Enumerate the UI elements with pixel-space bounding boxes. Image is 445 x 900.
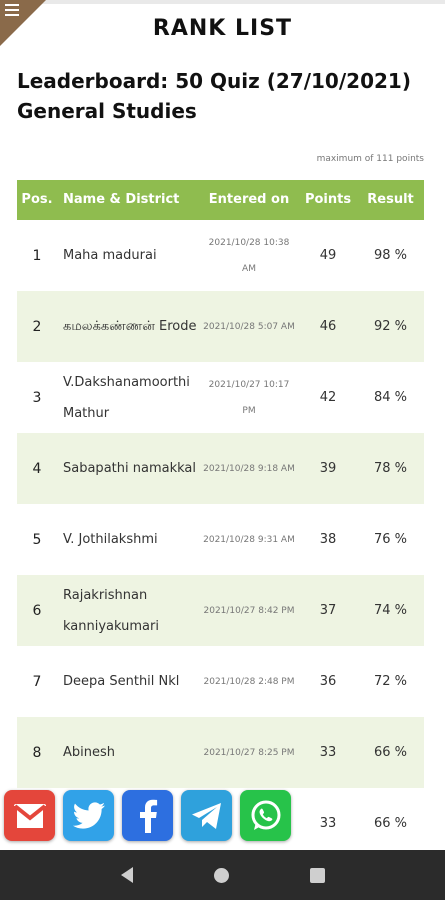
top-divider	[0, 0, 445, 4]
max-points-note: maximum of 111 points	[316, 154, 424, 164]
facebook-share-button[interactable]	[122, 790, 173, 841]
row-entered: 2021/10/27 8:42 PM	[203, 605, 295, 616]
recent-apps-icon[interactable]	[309, 867, 325, 883]
row-pos: 4	[32, 460, 42, 477]
row-points: 33	[319, 816, 337, 831]
page-title: RANK LIST	[152, 16, 293, 41]
header-result: Result	[367, 192, 414, 207]
leaderboard-title: Leaderboard: 50 Quiz (27/10/2021) Genera…	[17, 69, 411, 123]
row-name: V. Jothilakshmi	[63, 532, 158, 547]
header-pos: Pos.	[21, 192, 53, 207]
row-points: 36	[319, 674, 337, 689]
table-header: Pos. Name & District Entered on Points R…	[17, 180, 424, 220]
row-name: கமலக்கண்ணன் Erode	[63, 319, 197, 334]
gmail-share-button[interactable]	[4, 790, 55, 841]
table-row: 1 Maha madurai 2021/10/28 10:38 AM 49 98…	[17, 220, 424, 291]
row-entered: 2021/10/28 9:18 AM	[203, 463, 295, 474]
telegram-icon	[191, 802, 221, 829]
leaderboard-table: Pos. Name & District Entered on Points R…	[17, 180, 424, 859]
row-points: 42	[319, 390, 337, 405]
table-row: 4 Sabapathi namakkal 2021/10/28 9:18 AM …	[17, 433, 424, 504]
row-name: V.Dakshanamoorthi Mathur	[63, 374, 190, 421]
row-name: Rajakrishnan kanniyakumari	[63, 587, 159, 634]
row-name: Deepa Senthil Nkl	[63, 674, 180, 689]
share-bar	[4, 790, 299, 844]
row-name: Sabapathi namakkal	[63, 461, 196, 476]
facebook-icon	[139, 799, 157, 833]
row-entered: 2021/10/27 8:25 PM	[203, 747, 295, 758]
row-entered: 2021/10/28 5:07 AM	[203, 321, 295, 332]
row-pos: 8	[32, 744, 42, 761]
row-points: 33	[319, 745, 337, 760]
telegram-share-button[interactable]	[181, 790, 232, 841]
row-entered: 2021/10/28 2:48 PM	[203, 676, 295, 687]
row-result: 74 %	[373, 603, 408, 618]
row-entered: 2021/10/28 10:38 AM	[208, 237, 290, 274]
row-pos: 5	[32, 531, 42, 548]
row-pos: 2	[32, 318, 42, 335]
whatsapp-icon	[251, 800, 280, 830]
row-result: 98 %	[373, 248, 408, 263]
table-row: 5 V. Jothilakshmi 2021/10/28 9:31 AM 38 …	[17, 504, 424, 575]
row-result: 76 %	[373, 532, 408, 547]
twitter-icon	[72, 801, 105, 829]
gmail-icon	[12, 803, 47, 828]
row-points: 39	[319, 461, 337, 476]
row-result: 84 %	[373, 390, 408, 405]
row-points: 37	[319, 603, 337, 618]
row-entered: 2021/10/28 9:31 AM	[203, 534, 295, 545]
row-pos: 3	[32, 389, 42, 406]
row-name: Abinesh	[63, 745, 116, 760]
row-result: 78 %	[373, 461, 408, 476]
row-pos: 6	[32, 602, 42, 619]
home-icon[interactable]	[213, 867, 229, 883]
row-result: 92 %	[373, 319, 408, 334]
row-points: 46	[319, 319, 337, 334]
android-nav-bar	[0, 850, 445, 900]
row-pos: 1	[32, 247, 42, 264]
twitter-share-button[interactable]	[63, 790, 114, 841]
back-icon[interactable]	[120, 867, 133, 883]
row-result: 66 %	[373, 816, 408, 831]
whatsapp-share-button[interactable]	[240, 790, 291, 841]
table-row: 8 Abinesh 2021/10/27 8:25 PM 33 66 %	[17, 717, 424, 788]
row-name: Maha madurai	[63, 248, 157, 263]
row-points: 38	[319, 532, 337, 547]
hamburger-menu-icon[interactable]	[5, 4, 19, 16]
table-row: 2 கமலக்கண்ணன் Erode 2021/10/28 5:07 AM 4…	[17, 291, 424, 362]
row-result: 66 %	[373, 745, 408, 760]
header-name: Name & District	[63, 192, 180, 207]
row-entered: 2021/10/27 10:17 PM	[208, 379, 290, 416]
row-pos: 7	[32, 673, 42, 690]
row-points: 49	[319, 248, 337, 263]
header-points: Points	[304, 192, 352, 207]
header-entered: Entered on	[208, 192, 290, 207]
table-row: 6 Rajakrishnan kanniyakumari 2021/10/27 …	[17, 575, 424, 646]
page: RANK LIST Leaderboard: 50 Quiz (27/10/20…	[0, 0, 445, 900]
table-row: 3 V.Dakshanamoorthi Mathur 2021/10/27 10…	[17, 362, 424, 433]
row-result: 72 %	[373, 674, 408, 689]
table-row: 7 Deepa Senthil Nkl 2021/10/28 2:48 PM 3…	[17, 646, 424, 717]
